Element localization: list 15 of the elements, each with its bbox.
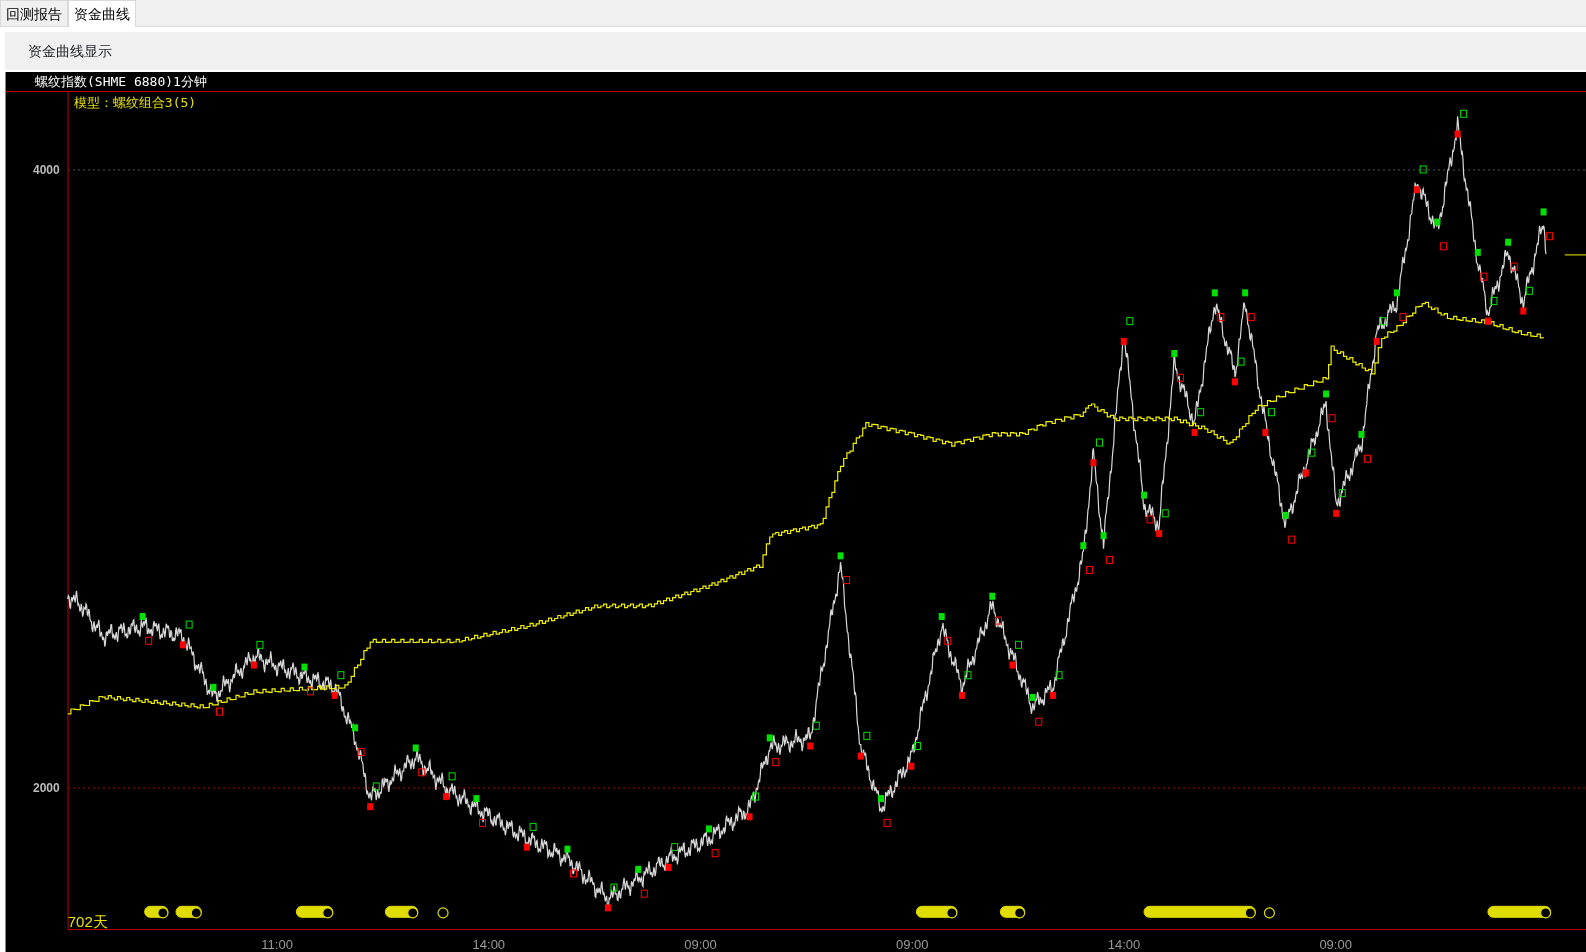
days-label: 702天 <box>67 912 108 930</box>
chart-title: 螺纹指数(SHME 6880)1分钟 <box>35 74 207 89</box>
x-axis-label: 09:00 <box>896 936 929 951</box>
model-label: 模型：螺纹组合3(5) <box>73 95 197 111</box>
tab[interactable]: 回测报告 <box>0 0 68 26</box>
x-axis-label: 09:00 <box>1319 936 1352 951</box>
x-axis-label: 14:00 <box>1107 936 1141 951</box>
equity-level-tick <box>1564 254 1586 256</box>
x-axis-label: 14:00 <box>472 936 506 951</box>
tab[interactable]: 资金曲线 <box>68 0 136 27</box>
y-axis-label: 2000 <box>33 780 60 795</box>
x-axis-label: 11:00 <box>261 936 293 951</box>
panel-title: 资金曲线显示 <box>28 41 112 61</box>
y-axis-label: 4000 <box>33 162 60 177</box>
x-axis-label: 09:00 <box>684 936 717 951</box>
